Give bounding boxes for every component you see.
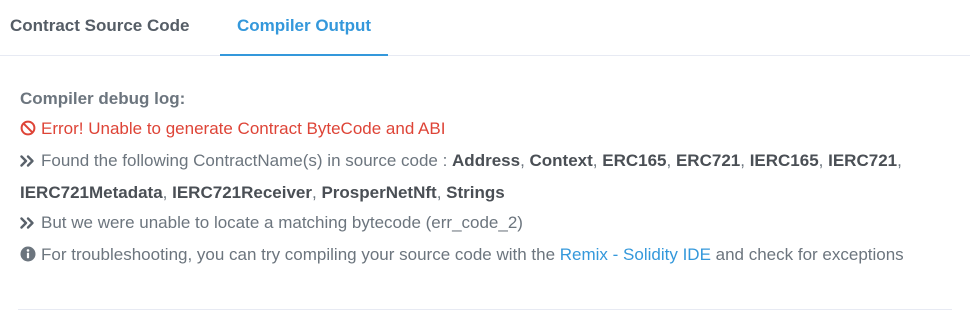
tab-compiler-output[interactable]: Compiler Output xyxy=(220,0,388,56)
contract-name: Address xyxy=(452,151,521,170)
found-prefix: Found the following ContractName(s) in s… xyxy=(41,151,453,170)
ban-icon xyxy=(20,116,36,146)
error-line: Error! Unable to generate Contract ByteC… xyxy=(20,114,950,146)
contract-name: Strings xyxy=(446,183,505,202)
double-chevron-right-icon xyxy=(20,210,35,240)
troubleshoot-prefix: For troubleshooting, you can try compili… xyxy=(41,245,560,264)
contract-name: IERC721Metadata xyxy=(20,183,163,202)
troubleshoot-suffix: and check for exceptions xyxy=(710,245,904,264)
tab-bar: Contract Source Code Compiler Output xyxy=(0,0,970,56)
contract-name: IERC721Receiver xyxy=(172,183,312,202)
contract-names-line: Found the following ContractName(s) in s… xyxy=(20,146,950,178)
contract-name: Context xyxy=(529,151,593,170)
info-circle-icon xyxy=(20,242,36,272)
contract-name: IERC165 xyxy=(749,151,819,170)
debug-log-heading: Compiler debug log: xyxy=(20,89,186,108)
contract-name: ERC165 xyxy=(602,151,667,170)
remix-ide-link[interactable]: Remix - Solidity IDE xyxy=(560,245,711,264)
contract-name: ProsperNetNft xyxy=(321,183,437,202)
bytecode-message: But we were unable to locate a matching … xyxy=(41,213,523,232)
double-chevron-right-icon xyxy=(20,148,35,178)
tab-contract-source-code[interactable]: Contract Source Code xyxy=(10,0,189,56)
troubleshooting-line: For troubleshooting, you can try compili… xyxy=(20,240,950,272)
contract-name: IERC721 xyxy=(828,151,898,170)
error-message: Error! Unable to generate Contract ByteC… xyxy=(41,119,446,138)
compiler-debug-log: Compiler debug log: Error! Unable to gen… xyxy=(20,84,950,272)
contract-names-line-continued: IERC721Metadata, IERC721Receiver, Prospe… xyxy=(20,183,505,202)
bytecode-line: But we were unable to locate a matching … xyxy=(20,208,950,240)
contract-name: ERC721 xyxy=(675,151,741,170)
